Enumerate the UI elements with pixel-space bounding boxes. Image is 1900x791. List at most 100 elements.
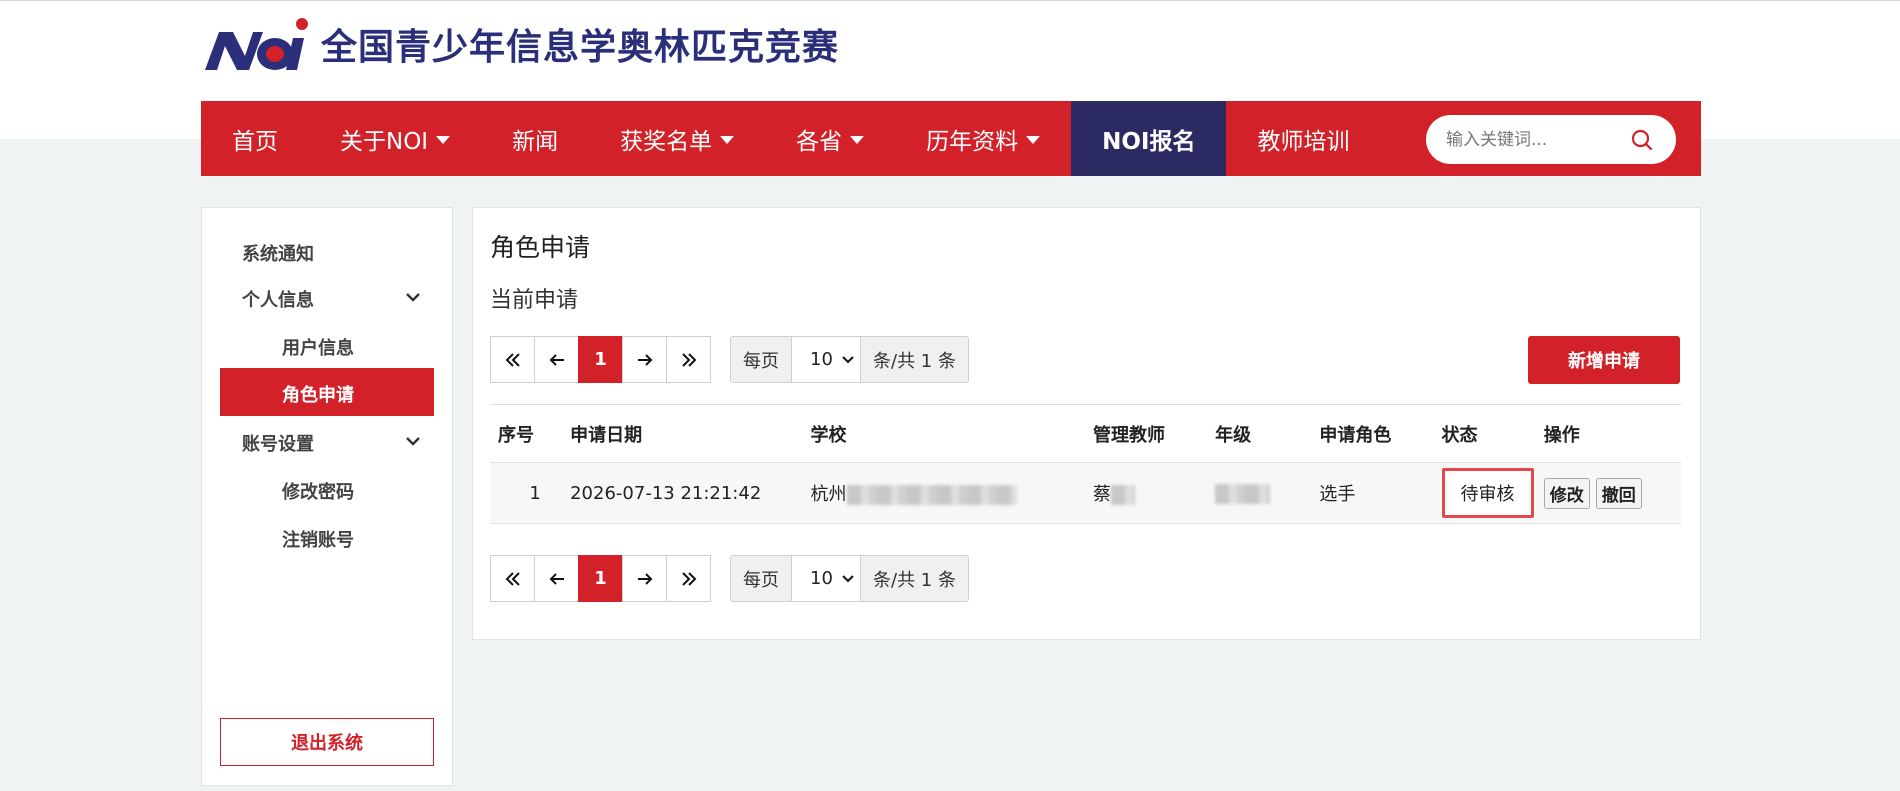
sidebar-item-notice[interactable]: 系统通知 — [242, 240, 314, 266]
nav-item-archives[interactable]: 历年资料 — [895, 101, 1071, 176]
per-page-label: 每页 — [731, 556, 791, 601]
row-status-cell: 待审核 — [1433, 462, 1536, 524]
sidebar: 系统通知 个人信息 用户信息 角色申请 账号设置 修改密码 注销账号 退出系统 — [201, 207, 453, 786]
per-page-label: 每页 — [731, 337, 791, 382]
double-chevron-right-icon — [681, 352, 696, 367]
nav-label: 关于NOI — [340, 128, 429, 155]
site-title: 全国青少年信息学奥林匹克竞赛 — [321, 27, 840, 68]
chevron-down-icon — [842, 575, 854, 583]
column-header: 申请日期 — [562, 404, 803, 463]
column-header: 状态 — [1433, 404, 1536, 463]
search-box — [1426, 115, 1676, 164]
chevron-down-icon[interactable] — [404, 432, 422, 450]
next-page-button[interactable] — [622, 336, 667, 383]
sidebar-item-cancel-account[interactable]: 注销账号 — [282, 526, 354, 552]
page-title: 角色申请 — [490, 233, 591, 262]
arrow-right-icon — [637, 353, 652, 366]
arrow-left-icon — [549, 353, 564, 366]
section-title: 当前申请 — [490, 288, 579, 313]
caret-down-icon — [720, 135, 735, 144]
first-page-button[interactable] — [490, 336, 535, 383]
new-application-button[interactable]: 新增申请 — [1528, 336, 1680, 384]
row-date: 2026-07-13 21:21:42 — [562, 462, 803, 524]
search-icon[interactable] — [1630, 128, 1654, 152]
caret-down-icon — [436, 135, 451, 144]
nav-label: 首页 — [232, 128, 278, 155]
chevron-down-icon — [842, 356, 854, 364]
row-role: 选手 — [1311, 462, 1434, 524]
nav-label: 获奖名单 — [620, 128, 713, 155]
nav-label: 新闻 — [512, 128, 559, 155]
last-page-button[interactable] — [666, 555, 711, 602]
row-school: 杭州 — [810, 484, 847, 505]
column-header: 学校 — [802, 404, 1085, 463]
total-count-label: 条/共 1 条 — [861, 556, 968, 601]
column-header: 年级 — [1207, 404, 1312, 463]
first-page-button[interactable] — [490, 555, 535, 602]
nav-item-news[interactable]: 新闻 — [481, 101, 589, 176]
row-index: 1 — [490, 462, 563, 524]
search-input[interactable] — [1446, 129, 1626, 150]
page-number-button[interactable]: 1 — [578, 336, 623, 383]
nav-label: NOI报名 — [1102, 128, 1196, 155]
edit-button[interactable]: 修改 — [1543, 477, 1590, 509]
last-page-button[interactable] — [666, 336, 711, 383]
row-school-cell: 杭州 — [802, 462, 1085, 524]
column-header: 序号 — [490, 404, 563, 463]
per-page-select[interactable]: 10 — [791, 337, 861, 382]
column-header: 管理教师 — [1084, 404, 1208, 463]
sidebar-item-personal-info[interactable]: 个人信息 — [242, 286, 314, 312]
main-panel: 角色申请 当前申请 1 每页 10 条/共 1 条 新增申请 序号 申请日期 学… — [472, 207, 1701, 640]
caret-down-icon — [1026, 135, 1041, 144]
redacted-text — [1215, 483, 1271, 504]
row-teacher-cell: 蔡 — [1084, 462, 1208, 524]
per-page-group: 每页 10 条/共 1 条 — [730, 336, 969, 383]
row-teacher: 蔡 — [1092, 484, 1111, 505]
prev-page-button[interactable] — [534, 336, 579, 383]
arrow-right-icon — [637, 572, 652, 585]
double-chevron-left-icon — [505, 352, 520, 367]
page-number-button[interactable]: 1 — [578, 555, 623, 602]
total-count-label: 条/共 1 条 — [861, 337, 968, 382]
nav-item-teacher-training[interactable]: 教师培训 — [1226, 101, 1380, 176]
sidebar-item-change-password[interactable]: 修改密码 — [282, 478, 354, 504]
redacted-text — [1110, 485, 1135, 505]
double-chevron-right-icon — [681, 571, 696, 586]
nav-label: 教师培训 — [1257, 128, 1350, 155]
withdraw-button[interactable]: 撤回 — [1595, 477, 1642, 509]
per-page-value: 10 — [810, 568, 833, 589]
sidebar-item-label: 角色申请 — [282, 385, 354, 406]
nav-item-about[interactable]: 关于NOI — [309, 101, 481, 176]
redacted-text — [846, 485, 1017, 505]
main-navbar: 首页 关于NOI 新闻 获奖名单 各省 历年资料 NOI报名 教师培训 — [201, 101, 1701, 176]
per-page-value: 10 — [810, 349, 833, 370]
prev-page-button[interactable] — [534, 555, 579, 602]
nav-item-awards[interactable]: 获奖名单 — [589, 101, 765, 176]
nav-item-provinces[interactable]: 各省 — [765, 101, 895, 176]
nav-label: 各省 — [796, 128, 843, 155]
row-actions-cell: 修改 撤回 — [1535, 462, 1681, 524]
per-page-group: 每页 10 条/共 1 条 — [730, 555, 969, 602]
column-header: 操作 — [1535, 404, 1681, 463]
site-logo[interactable]: 全国青少年信息学奥林匹克竞赛 — [201, 14, 839, 74]
next-page-button[interactable] — [622, 555, 667, 602]
chevron-down-icon[interactable] — [404, 288, 422, 306]
sidebar-item-role-apply[interactable]: 角色申请 — [220, 368, 434, 416]
double-chevron-left-icon — [505, 571, 520, 586]
row-grade-cell — [1207, 462, 1312, 524]
status-badge: 待审核 — [1441, 468, 1534, 518]
nav-item-home[interactable]: 首页 — [201, 101, 309, 176]
logout-button[interactable]: 退出系统 — [220, 718, 434, 766]
caret-down-icon — [850, 135, 865, 144]
arrow-left-icon — [549, 572, 564, 585]
column-header: 申请角色 — [1311, 404, 1434, 463]
nav-label: 历年资料 — [926, 128, 1019, 155]
sidebar-item-account-settings[interactable]: 账号设置 — [242, 430, 314, 456]
sidebar-item-user-info[interactable]: 用户信息 — [282, 334, 354, 360]
pagination-bottom: 1 每页 10 条/共 1 条 — [490, 555, 969, 602]
applications-table: 序号 申请日期 学校 管理教师 年级 申请角色 状态 操作 1 2026-07-… — [490, 404, 1681, 524]
table-header-row: 序号 申请日期 学校 管理教师 年级 申请角色 状态 操作 — [490, 404, 1681, 463]
pagination-top: 1 每页 10 条/共 1 条 — [490, 336, 969, 383]
per-page-select[interactable]: 10 — [791, 556, 861, 601]
nav-item-noi-registration[interactable]: NOI报名 — [1071, 101, 1227, 176]
